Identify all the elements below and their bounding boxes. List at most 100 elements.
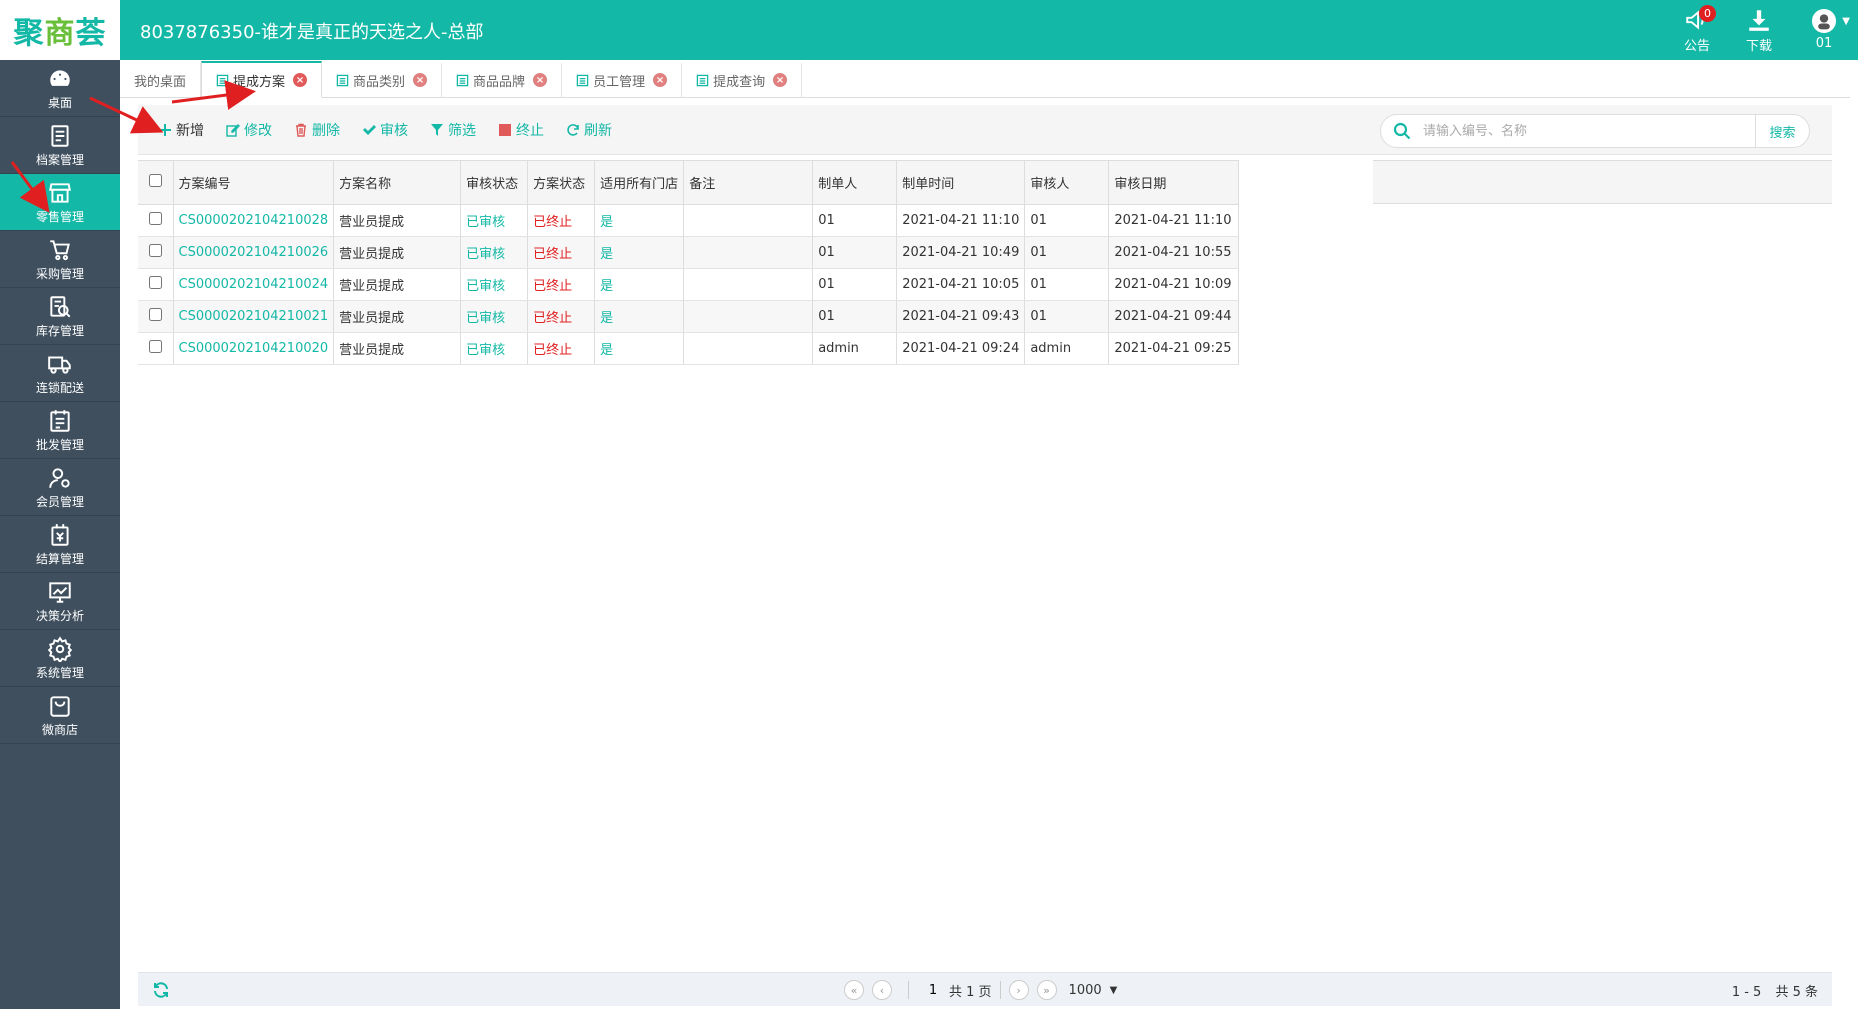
select-all-checkbox[interactable]: [148, 174, 162, 187]
column-header[interactable]: 制单人: [812, 160, 898, 205]
plan-code-link[interactable]: CS0000202104210024: [173, 268, 335, 301]
sidebar-item-purchase[interactable]: 采购管理: [0, 231, 120, 288]
plus-icon: [159, 124, 171, 136]
column-header[interactable]: 方案编号: [173, 160, 335, 205]
stop-label: 终止: [516, 123, 544, 139]
close-icon[interactable]: ×: [293, 73, 308, 87]
prev-page-button[interactable]: ‹: [872, 980, 892, 1000]
plan-name-cell: 营业员提成: [333, 204, 462, 237]
close-icon[interactable]: ×: [653, 73, 668, 87]
remark-cell: [683, 236, 814, 269]
column-header[interactable]: 审核状态: [460, 160, 529, 205]
creator-cell: 01: [812, 300, 898, 333]
download-button[interactable]: 下载: [1728, 0, 1790, 60]
user-label: 01: [1815, 36, 1833, 51]
sidebar-item-system[interactable]: 系统管理: [0, 630, 120, 687]
page-size-select[interactable]: 1000 ▼: [1069, 979, 1118, 1001]
add-button[interactable]: 新增: [158, 120, 204, 140]
member-icon: [49, 467, 70, 488]
search-input[interactable]: [1423, 116, 1755, 146]
column-header[interactable]: 审核人: [1024, 160, 1110, 205]
column-header[interactable]: 适用所有门店: [594, 160, 685, 205]
row-checkbox[interactable]: [148, 276, 162, 289]
audit-status-cell: 已审核: [460, 268, 529, 301]
audit-date-cell: 2021-04-21 10:55: [1108, 236, 1240, 269]
sidebar-item-desktop[interactable]: 桌面: [0, 60, 120, 117]
tab-staff-management[interactable]: 员工管理 ×: [562, 63, 683, 97]
close-icon[interactable]: ×: [773, 73, 788, 87]
tab-commission-plan[interactable]: 提成方案 ×: [201, 61, 323, 98]
sidebar-item-archive[interactable]: 档案管理: [0, 117, 120, 174]
row-checkbox[interactable]: [148, 308, 162, 321]
stop-icon: [499, 124, 511, 136]
table-row[interactable]: CS0000202104210020 营业员提成 已审核 已终止 是 admin…: [138, 332, 1240, 365]
refresh-icon[interactable]: [152, 981, 170, 999]
logo: 聚商荟: [0, 0, 120, 60]
user-avatar-icon: [1818, 14, 1830, 30]
tab-product-brand[interactable]: 商品品牌 ×: [442, 63, 563, 97]
column-header[interactable]: 备注: [683, 160, 814, 205]
plan-code-link[interactable]: CS0000202104210020: [173, 332, 335, 365]
column-header[interactable]: 方案状态: [527, 160, 596, 205]
first-page-button[interactable]: «: [844, 980, 864, 1000]
audit-date-cell: 2021-04-21 09:25: [1108, 332, 1240, 365]
plan-code-link[interactable]: CS0000202104210026: [173, 236, 335, 269]
add-label: 新增: [176, 123, 204, 139]
row-checkbox[interactable]: [148, 212, 162, 225]
table-row[interactable]: CS0000202104210024 营业员提成 已审核 已终止 是 01 20…: [138, 268, 1240, 301]
page-number-input[interactable]: [917, 979, 949, 1001]
creator-cell: 01: [812, 268, 898, 301]
row-select-cell: [138, 204, 174, 237]
sidebar-item-settlement[interactable]: 结算管理: [0, 516, 120, 573]
close-icon[interactable]: ×: [413, 73, 428, 87]
sidebar-item-analysis[interactable]: 决策分析: [0, 573, 120, 630]
table-row[interactable]: CS0000202104210021 营业员提成 已审核 已终止 是 01 20…: [138, 300, 1240, 333]
sidebar-item-retail[interactable]: 零售管理: [0, 174, 120, 231]
column-header[interactable]: 制单时间: [896, 160, 1026, 205]
table-row[interactable]: CS0000202104210026 营业员提成 已审核 已终止 是 01 20…: [138, 236, 1240, 269]
filter-label: 筛选: [448, 123, 476, 139]
plan-status-cell: 已终止: [527, 300, 596, 333]
auditor-cell: admin: [1024, 332, 1110, 365]
tab-my-desktop[interactable]: 我的桌面: [120, 63, 202, 97]
tab-product-category[interactable]: 商品类别 ×: [322, 63, 443, 97]
last-page-button[interactable]: »: [1036, 980, 1057, 1000]
creator-cell: 01: [812, 204, 898, 237]
sidebar-item-microstore[interactable]: 微商店: [0, 687, 120, 744]
page-size-value: 1000: [1068, 982, 1102, 998]
search-button[interactable]: 搜索: [1755, 115, 1809, 147]
bag-icon: [50, 695, 70, 717]
table-row[interactable]: CS0000202104210028 营业员提成 已审核 已终止 是 01 20…: [138, 204, 1240, 237]
edit-button[interactable]: 修改: [226, 120, 272, 140]
settlement-icon: [51, 523, 69, 546]
search-icon: [1393, 122, 1411, 140]
refresh-button[interactable]: 刷新: [566, 120, 612, 140]
user-menu[interactable]: 01 ▼: [1790, 0, 1858, 60]
sidebar-item-inventory[interactable]: 库存管理: [0, 288, 120, 345]
tab-commission-query[interactable]: 提成查询 ×: [682, 63, 803, 97]
row-checkbox[interactable]: [148, 340, 162, 353]
column-header[interactable]: 审核日期: [1108, 160, 1240, 205]
sidebar-item-member[interactable]: 会员管理: [0, 459, 120, 516]
notice-button[interactable]: 0 公告: [1666, 0, 1728, 60]
next-page-button[interactable]: ›: [1008, 980, 1029, 1000]
column-header[interactable]: 方案名称: [333, 160, 462, 205]
row-select-cell: [138, 236, 174, 269]
plan-code-link[interactable]: CS0000202104210028: [173, 204, 335, 237]
sidebar-item-wholesale[interactable]: 批发管理: [0, 402, 120, 459]
row-checkbox[interactable]: [148, 244, 162, 257]
list-icon: [576, 74, 589, 86]
sidebar-item-label: 系统管理: [35, 665, 84, 680]
filter-button[interactable]: 筛选: [430, 120, 476, 140]
plan-code-link[interactable]: CS0000202104210021: [173, 300, 335, 333]
tab-label: 提成查询: [713, 74, 766, 90]
avatar: [1812, 9, 1836, 33]
grid-header-filler: [1373, 160, 1832, 204]
sidebar-item-delivery[interactable]: 连锁配送: [0, 345, 120, 402]
audit-button[interactable]: 审核: [362, 120, 408, 140]
close-icon[interactable]: ×: [533, 73, 548, 87]
plan-name-cell: 营业员提成: [333, 332, 462, 365]
stop-button[interactable]: 终止: [498, 120, 544, 140]
delete-button[interactable]: 删除: [294, 120, 340, 140]
search-box: 搜索: [1380, 114, 1810, 148]
